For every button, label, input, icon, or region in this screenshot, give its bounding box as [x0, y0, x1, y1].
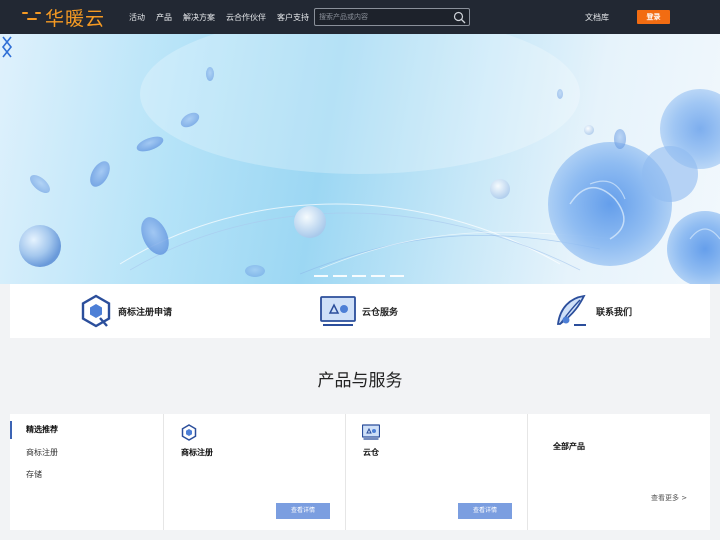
search-icon[interactable]	[453, 11, 466, 24]
feature-strip: 商标注册申请 云仓服务 联系我们	[10, 284, 710, 338]
carousel-dot[interactable]	[390, 275, 404, 277]
products-panel: 精选推荐 商标注册 存储 商标注册 查看详情 云仓 查看详情 全部产品 查看更多…	[10, 414, 710, 530]
feature-contact[interactable]: 联系我们	[554, 284, 632, 338]
product-card-cloud-warehouse[interactable]: 云仓 查看详情	[346, 414, 528, 530]
trademark-icon	[181, 424, 197, 441]
product-card-trademark[interactable]: 商标注册 查看详情	[164, 414, 346, 530]
section-title: 产品与服务	[317, 371, 403, 391]
carousel-indicators	[314, 275, 409, 277]
view-details-button[interactable]: 查看详情	[458, 503, 512, 519]
tab-storage[interactable]: 存储	[10, 466, 164, 484]
carousel-dot[interactable]	[352, 275, 366, 277]
feature-cloud-warehouse[interactable]: 云仓服务	[320, 284, 398, 338]
carousel-dot[interactable]	[314, 275, 328, 277]
logo[interactable]: 华暖云	[22, 4, 105, 30]
view-details-button[interactable]: 查看详情	[276, 503, 330, 519]
all-products-card[interactable]: 全部产品 查看更多 >	[528, 414, 710, 530]
view-more-link[interactable]: 查看更多 >	[651, 493, 687, 503]
tab-trademark[interactable]: 商标注册	[10, 444, 164, 462]
nav-item-products[interactable]: 产品	[156, 12, 172, 23]
main-nav: 活动 产品 解决方案 云合作伙伴 客户支持	[129, 0, 320, 34]
cloud-warehouse-icon	[362, 424, 380, 440]
search-box	[314, 8, 470, 26]
banner-artwork	[19, 34, 720, 284]
search-input[interactable]	[319, 11, 449, 23]
card-title: 云仓	[363, 448, 379, 457]
nav-item-support[interactable]: 客户支持	[277, 12, 309, 23]
quill-icon	[556, 294, 586, 326]
login-button[interactable]: 登录	[637, 10, 670, 24]
feature-label: 商标注册申请	[118, 307, 173, 318]
tab-featured[interactable]: 精选推荐	[10, 421, 164, 439]
carousel-dot[interactable]	[333, 275, 347, 277]
card-title: 商标注册	[181, 448, 213, 457]
nav-item-activity[interactable]: 活动	[129, 12, 145, 23]
feature-label: 联系我们	[596, 307, 633, 318]
logo-mark-icon	[22, 10, 42, 24]
nav-item-partners[interactable]: 云合作伙伴	[226, 12, 266, 23]
cloud-warehouse-icon	[320, 296, 356, 326]
next-slide-arrow-icon[interactable]	[0, 34, 14, 60]
logo-text: 华暖云	[45, 7, 106, 30]
top-nav: 华暖云 活动 产品 解决方案 云合作伙伴 客户支持 文档库 登录	[0, 0, 720, 34]
trademark-icon	[81, 294, 111, 328]
feature-trademark[interactable]: 商标注册申请	[80, 284, 172, 338]
hero-banner	[0, 34, 720, 284]
docs-link[interactable]: 文档库	[585, 12, 609, 23]
feature-label: 云仓服务	[362, 307, 399, 318]
product-category-tabs: 精选推荐 商标注册 存储	[10, 414, 164, 530]
nav-item-solutions[interactable]: 解决方案	[183, 12, 215, 23]
carousel-dot[interactable]	[371, 275, 385, 277]
all-products-title: 全部产品	[553, 442, 585, 451]
